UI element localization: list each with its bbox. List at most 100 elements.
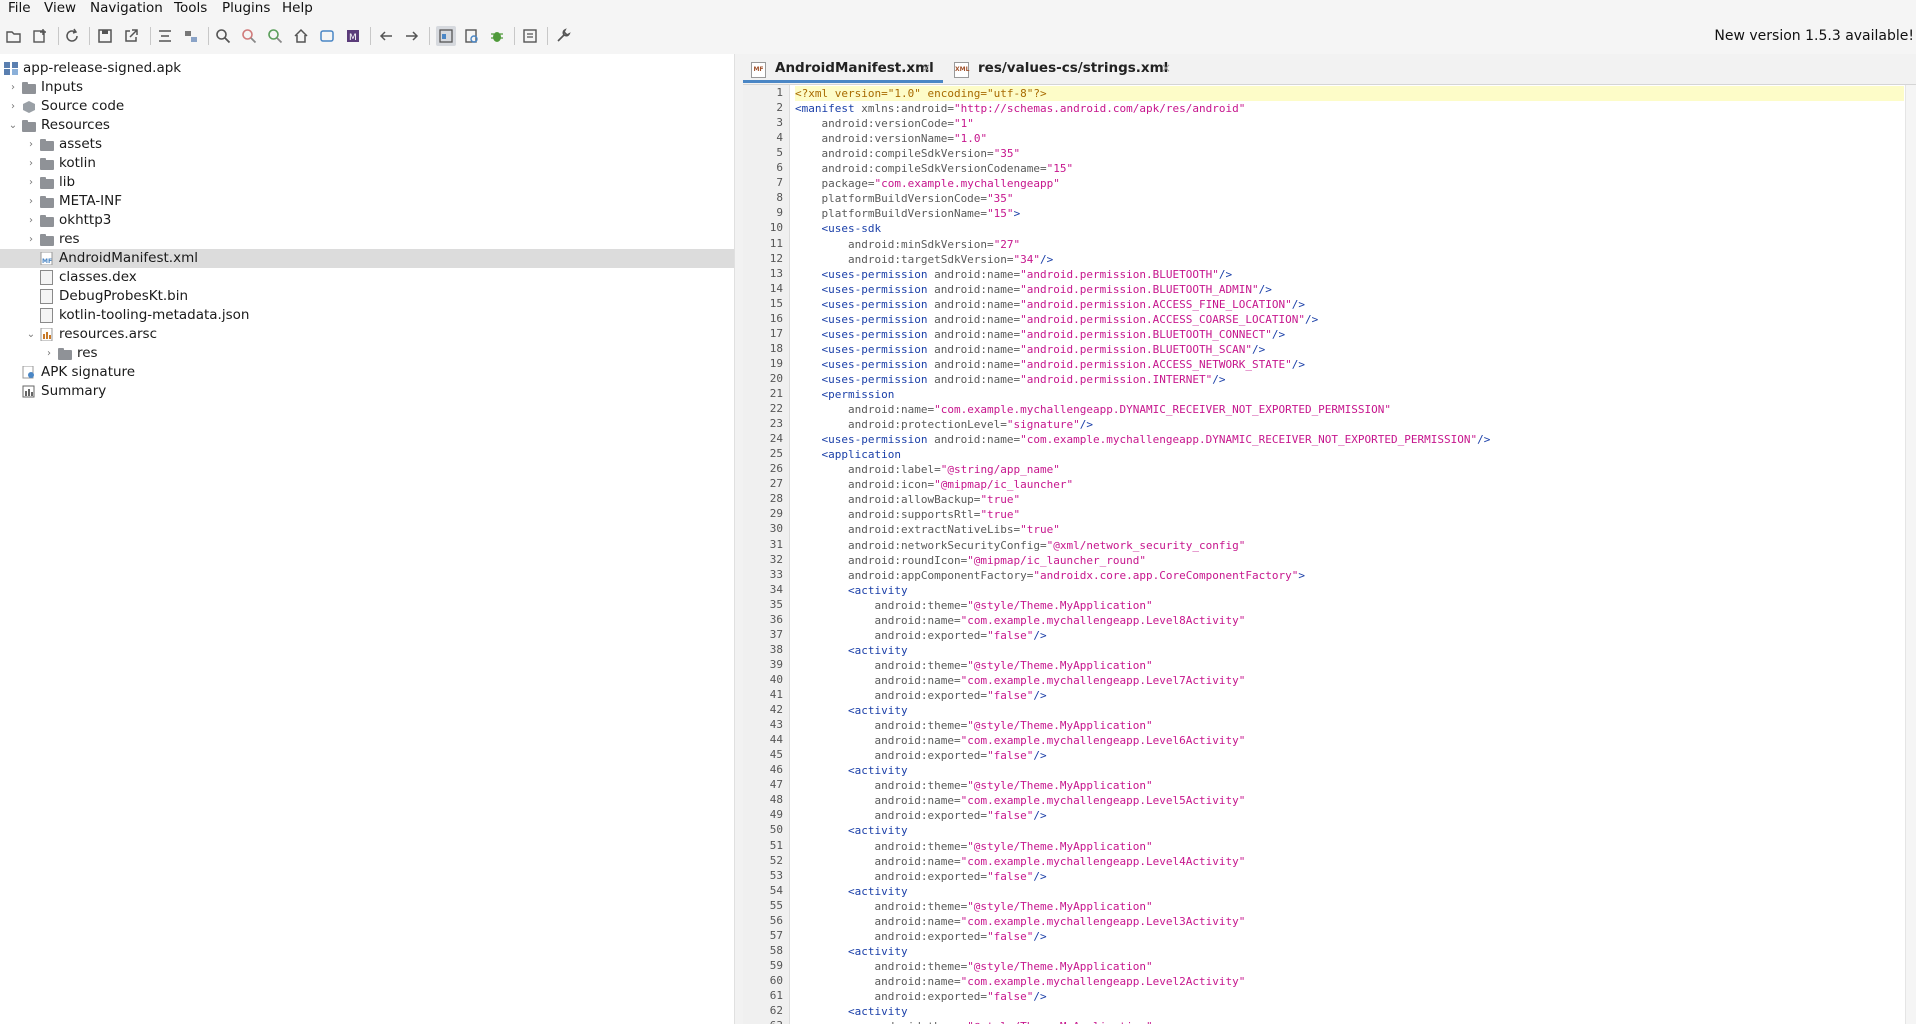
log-viewer-icon[interactable]: [436, 26, 456, 46]
find-usage-icon[interactable]: [240, 27, 258, 45]
toolbar-separator: [208, 27, 209, 45]
code-token: "com.example.mychallengeapp.Level2Activi…: [960, 974, 1246, 988]
tree-item[interactable]: › lib: [0, 173, 734, 192]
expand-arrow-icon[interactable]: ›: [8, 97, 18, 116]
settings-wrench-icon[interactable]: [554, 27, 572, 45]
tree-item[interactable]: › okhttp3: [0, 211, 734, 230]
code-line: <uses-permission android:name="android.p…: [795, 282, 1271, 297]
log-icon[interactable]: [521, 27, 539, 45]
update-notice[interactable]: New version 1.5.3 available!: [1714, 28, 1914, 44]
tab-android-manifest[interactable]: MF AndroidManifest.xml ×: [743, 54, 943, 83]
menu-navigation[interactable]: Navigation: [86, 0, 167, 17]
close-tab-icon[interactable]: ×: [921, 54, 931, 83]
tree-item[interactable]: kotlin-tooling-metadata.json: [0, 306, 734, 325]
project-tree: app-release-signed.apk › Inputs › Source cod…: [0, 54, 734, 1024]
tree-item[interactable]: › res: [0, 230, 734, 249]
back-icon[interactable]: [377, 27, 395, 45]
tab-strings-xml[interactable]: XML res/values-cs/strings.xml ×: [946, 54, 1176, 83]
tree-item[interactable]: › Source code: [0, 97, 734, 116]
line-number: 5: [776, 146, 783, 160]
flatten-packages-icon[interactable]: [182, 27, 200, 45]
expand-arrow-icon[interactable]: ›: [44, 344, 54, 363]
code-token: "false": [987, 749, 1034, 763]
search-icon[interactable]: [214, 27, 232, 45]
tree-item[interactable]: › kotlin: [0, 154, 734, 173]
tree-item[interactable]: Summary: [0, 382, 734, 401]
expand-arrow-icon[interactable]: ›: [26, 154, 36, 173]
save-icon[interactable]: [96, 27, 114, 45]
code-line: android:roundIcon="@mipmap/ic_launcher_r…: [795, 553, 1146, 568]
folder-icon: [40, 196, 54, 208]
tree-item[interactable]: classes.dex: [0, 268, 734, 287]
code-token: android:name=: [927, 267, 1021, 281]
tree-item[interactable]: DebugProbesKt.bin: [0, 287, 734, 306]
close-tab-icon[interactable]: ×: [1161, 54, 1171, 83]
tree-item[interactable]: ⌄ resources.arsc: [0, 325, 734, 344]
line-number: 63: [743, 1019, 783, 1024]
line-number: 23: [769, 417, 783, 431]
collapse-arrow-icon[interactable]: ⌄: [26, 325, 36, 344]
add-files-icon[interactable]: [31, 27, 49, 45]
export-icon[interactable]: [122, 27, 140, 45]
folder-icon: [40, 234, 54, 246]
reload-icon[interactable]: [63, 27, 81, 45]
tree-item[interactable]: app-release-signed.apk: [0, 59, 734, 78]
expand-arrow-icon[interactable]: ›: [26, 173, 36, 192]
expand-arrow-icon[interactable]: ›: [26, 230, 36, 249]
menu-file[interactable]: File: [4, 0, 35, 17]
tree-item[interactable]: › META-INF: [0, 192, 734, 211]
line-number: 39: [769, 657, 783, 671]
code-token: android:networkSecurityConfig=: [795, 538, 1047, 552]
tree-item[interactable]: APK signature: [0, 363, 734, 382]
code-token: "false": [987, 869, 1034, 883]
tree-item[interactable]: › Inputs: [0, 78, 734, 97]
expand-arrow-icon[interactable]: ›: [26, 135, 36, 154]
home-icon[interactable]: [292, 27, 310, 45]
tree-item[interactable]: › res: [0, 344, 734, 363]
signature-icon: [22, 365, 36, 379]
expand-arrow-icon[interactable]: ›: [26, 192, 36, 211]
line-number: 50: [769, 823, 783, 837]
menu-help[interactable]: Help: [278, 0, 317, 17]
line-number: 20: [769, 371, 783, 385]
code-editor[interactable]: 1 2 3 4 5 6 7 8 9 10 11 12 13 14 15 16 17 18 19 20 21 22 23 24 2…: [743, 85, 1916, 1024]
code-line: <uses-permission android:name="com.examp…: [795, 432, 1490, 447]
line-number: 49: [769, 808, 783, 822]
tree-item-label: META-INF: [59, 193, 123, 209]
menu-tools[interactable]: Tools: [170, 0, 211, 17]
expand-arrow-icon[interactable]: ›: [8, 78, 18, 97]
code-token: <activity: [795, 583, 908, 597]
xml-file-icon: XML: [954, 62, 969, 78]
code-token: android:extractNativeLibs=: [795, 523, 1021, 537]
forward-icon[interactable]: [403, 27, 421, 45]
line-number: 17: [769, 326, 783, 340]
package-icon: [22, 100, 36, 113]
menu-plugins[interactable]: Plugins: [218, 0, 274, 17]
tree-item-label: kotlin: [59, 155, 96, 171]
line-number: 38: [769, 642, 783, 656]
sync-with-editor-icon[interactable]: [156, 27, 174, 45]
tree-item[interactable]: ⌄ Resources: [0, 116, 734, 135]
collapse-arrow-icon[interactable]: ⌄: [8, 116, 18, 135]
find-class-icon[interactable]: [266, 27, 284, 45]
line-number: 46: [769, 763, 783, 777]
line-number: 62: [769, 1004, 783, 1018]
open-file-icon[interactable]: [5, 27, 23, 45]
code-token: <uses-permission: [795, 282, 928, 296]
expand-arrow-icon[interactable]: ›: [26, 211, 36, 230]
tree-item[interactable]: › assets: [0, 135, 734, 154]
code-token: "@xml/network_security_config": [1046, 538, 1246, 552]
preferences-page-icon[interactable]: [462, 27, 480, 45]
code-token: android:theme=: [795, 899, 968, 913]
deobfuscation-icon[interactable]: [318, 27, 336, 45]
manifest-icon: MF: [40, 251, 54, 266]
code-token: android:protectionLevel=: [795, 418, 1007, 432]
menu-view[interactable]: View: [40, 0, 80, 17]
vertical-scrollbar[interactable]: [1905, 85, 1916, 1024]
quark-icon[interactable]: M: [344, 27, 362, 45]
code-line: <uses-permission android:name="android.p…: [795, 297, 1304, 312]
tree-item[interactable]: MF AndroidManifest.xml: [0, 249, 734, 268]
debug-bug-icon[interactable]: [488, 27, 506, 45]
code-line: android:theme="@style/Theme.MyApplicatio…: [795, 839, 1152, 854]
line-number: 36: [769, 612, 783, 626]
